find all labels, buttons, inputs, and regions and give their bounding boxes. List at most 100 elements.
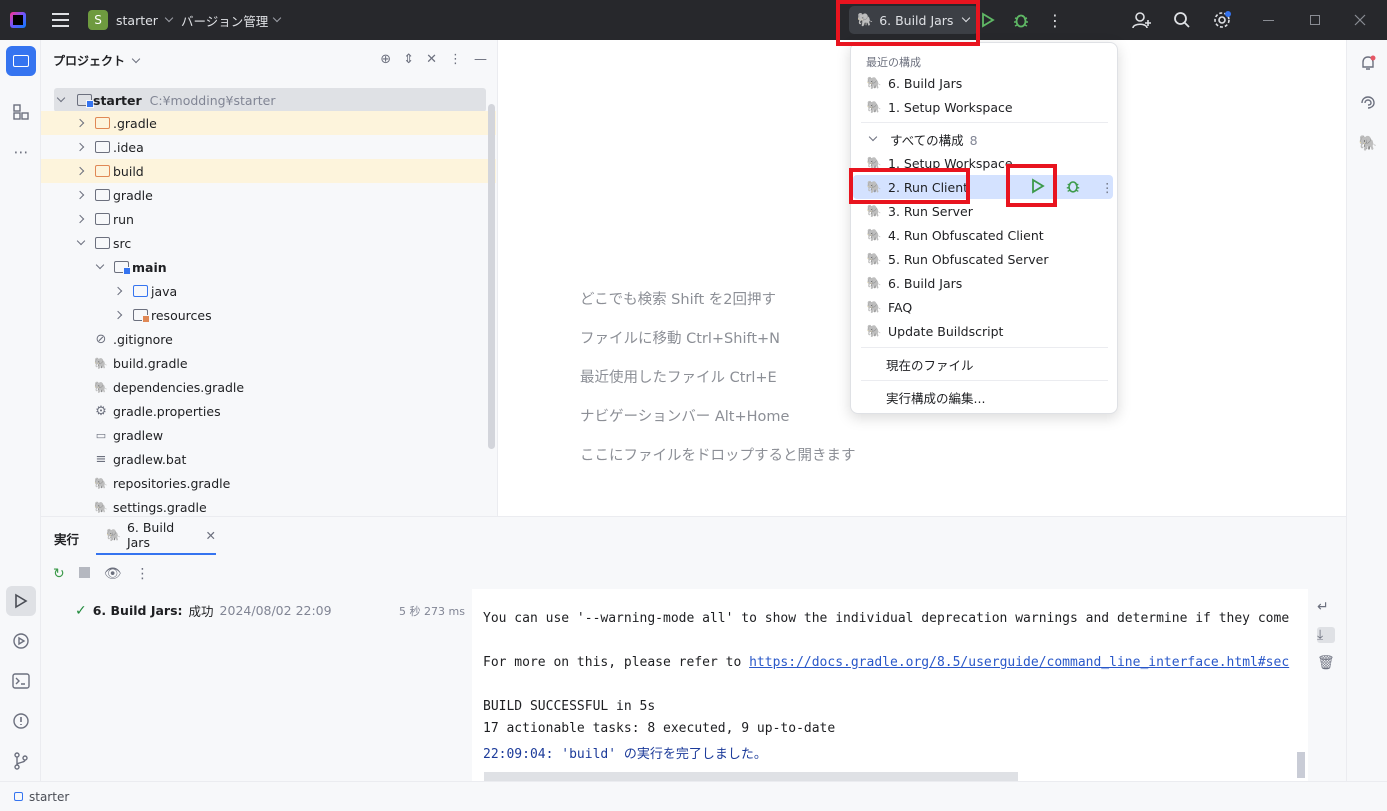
tree-item-dependencies-gradle[interactable]: 🐘 dependencies.gradle (41, 375, 496, 399)
terminal-tool-button[interactable] (6, 666, 36, 696)
run-config-selector[interactable]: 🐘 6. Build Jars (849, 6, 980, 34)
config-item-run-obfuscated-client[interactable]: 🐘 4. Run Obfuscated Client (858, 223, 1112, 247)
maximize-button[interactable] (1305, 0, 1325, 40)
run-config-debug-button[interactable] (1065, 178, 1081, 197)
console-output[interactable]: You can use '--warning-mode all' to show… (472, 589, 1308, 782)
vcs-label: バージョン管理 (181, 13, 269, 29)
current-file-item[interactable]: 現在のファイル (858, 352, 1112, 376)
hint-drop-files: ここにファイルをドロップすると開きます (580, 448, 856, 464)
tree-item-main[interactable]: main (41, 255, 496, 279)
tree-item-settings-gradle[interactable]: 🐘 settings.gradle (41, 495, 496, 516)
tree-item-build-gradle[interactable]: 🐘 build.gradle (41, 351, 496, 375)
chevron-down-icon (868, 132, 878, 142)
run-tool-window: 実行 🐘 6. Build Jars ✕ ↻ 👁 ⋮ ✓ 6. Build Ja… (41, 516, 1346, 782)
tree-item-build[interactable]: build (41, 159, 496, 183)
config-item-run-client[interactable]: 🐘 2. Run Client ⋮ (853, 175, 1114, 199)
chevron-right-icon (75, 190, 85, 200)
intellij-logo-icon (10, 12, 26, 28)
problems-icon (13, 713, 29, 729)
run-tool-button[interactable] (6, 586, 36, 616)
problems-tool-button[interactable] (6, 706, 36, 736)
add-user-icon[interactable] (1130, 0, 1154, 40)
hide-panel-icon[interactable]: — (474, 52, 487, 67)
tree-item-gitignore[interactable]: ⊘ .gitignore (41, 327, 496, 351)
app-logo[interactable] (10, 0, 30, 40)
run-toolbar: ↻ 👁 ⋮ (41, 561, 1346, 587)
stop-icon[interactable] (78, 566, 90, 582)
vcs-widget[interactable]: バージョン管理 (181, 0, 282, 40)
options-icon[interactable]: ⋮ (449, 52, 462, 67)
notifications-bell-icon[interactable] (1353, 48, 1383, 78)
tree-item-gradle-cache[interactable]: .gradle (41, 111, 496, 135)
config-item-recent-build-jars[interactable]: 🐘 6. Build Jars (858, 71, 1112, 95)
view-options-eye-icon[interactable]: 👁 (104, 566, 122, 582)
config-item-run-obfuscated-server[interactable]: 🐘 5. Run Obfuscated Server (858, 247, 1112, 271)
minimize-button[interactable] (1258, 0, 1278, 40)
project-tool-button[interactable] (6, 46, 36, 76)
divider (861, 380, 1108, 381)
edit-configurations-item[interactable]: 実行構成の編集... (858, 385, 1112, 409)
gradle-tool-icon[interactable]: 🐘 (1353, 128, 1383, 158)
more-tools-icon[interactable]: ⋯ (6, 137, 36, 167)
run-config-play-button[interactable] (1031, 177, 1045, 197)
debug-button[interactable] (1009, 0, 1033, 40)
close-tab-icon[interactable]: ✕ (206, 528, 216, 543)
clear-trash-icon[interactable]: 🗑 (1317, 655, 1335, 671)
project-widget[interactable]: S starter (88, 0, 174, 40)
run-config-popup: 最近の構成 🐘 6. Build Jars 🐘 1. Setup Workspa… (850, 42, 1118, 414)
hint-recent-files: 最近使用したファイル Ctrl+E (580, 370, 777, 386)
scroll-to-end-icon[interactable]: ⤓ (1317, 627, 1335, 643)
tree-item-gradlew-bat[interactable]: ≡ gradlew.bat (41, 447, 496, 471)
tree-item-gradlew[interactable]: ▭ gradlew (41, 423, 496, 447)
settings-gear-icon[interactable] (1210, 0, 1234, 40)
more-actions-icon[interactable]: ⋮ (1101, 180, 1114, 195)
tree-item-gradle-properties[interactable]: ⚙ gradle.properties (41, 399, 496, 423)
gradle-file-icon: 🐘 (94, 380, 108, 394)
config-item-update-buildscript[interactable]: 🐘 Update Buildscript (858, 319, 1112, 343)
tree-item-repositories-gradle[interactable]: 🐘 repositories.gradle (41, 471, 496, 495)
expand-all-icon[interactable]: ⇕ (403, 52, 414, 67)
config-item-build-jars[interactable]: 🐘 6. Build Jars (858, 271, 1112, 295)
recent-configs-header: 最近の構成 (866, 56, 921, 69)
console-vertical-scrollbar[interactable] (1297, 752, 1305, 778)
run-result-item[interactable]: ✓ 6. Build Jars: 成功 2024/08/02 22:09 (75, 601, 332, 620)
collapse-all-icon[interactable]: ✕ (426, 52, 437, 67)
config-item-label: 1. Setup Workspace (888, 99, 1013, 115)
tree-item-starter[interactable]: starter C:¥modding¥starter (54, 88, 486, 112)
more-actions-icon[interactable]: ⋮ (1043, 0, 1067, 40)
locate-icon[interactable]: ⊕ (380, 52, 391, 67)
config-item-recent-setup-workspace[interactable]: 🐘 1. Setup Workspace (858, 95, 1112, 119)
more-actions-icon[interactable]: ⋮ (136, 566, 150, 582)
config-item-run-server[interactable]: 🐘 3. Run Server (858, 199, 1112, 223)
git-tool-button[interactable] (6, 746, 36, 776)
success-check-icon: ✓ (75, 602, 87, 619)
tree-item-java[interactable]: java (41, 279, 496, 303)
run-tab-build-jars[interactable]: 🐘 6. Build Jars ✕ (96, 517, 216, 555)
tree-item-gradle[interactable]: gradle (41, 183, 496, 207)
tree-item-idea[interactable]: .idea (41, 135, 496, 159)
source-folder-icon (133, 285, 148, 297)
config-item-faq[interactable]: 🐘 FAQ (858, 295, 1112, 319)
project-scrollbar[interactable] (488, 104, 495, 449)
run-button[interactable] (976, 0, 1000, 40)
soft-wrap-icon[interactable]: ↵ (1317, 599, 1335, 615)
project-panel-header[interactable]: プロジェクト (53, 52, 141, 69)
config-item-setup-workspace[interactable]: 🐘 1. Setup Workspace (858, 151, 1112, 175)
docs-link[interactable]: https://docs.gradle.org/8.5/userguide/co… (749, 655, 1289, 670)
search-icon[interactable] (1170, 0, 1194, 40)
all-configs-group[interactable]: すべての構成 8 (858, 127, 1112, 151)
console-line: 17 actionable tasks: 8 executed, 9 up-to… (483, 721, 836, 736)
services-tool-button[interactable] (6, 626, 36, 656)
structure-tool-button[interactable] (6, 97, 36, 127)
rerun-icon[interactable]: ↻ (53, 566, 65, 582)
main-menu-icon[interactable] (50, 0, 70, 40)
tree-item-src[interactable]: src (41, 231, 496, 255)
tree-item-run[interactable]: run (41, 207, 496, 231)
close-window-button[interactable] (1350, 0, 1370, 40)
ai-assistant-icon[interactable] (1353, 88, 1383, 118)
status-bar-label[interactable]: starter (29, 790, 69, 804)
chevron-down-icon (95, 260, 105, 270)
gradle-icon: 🐘 (106, 528, 121, 542)
tree-item-resources[interactable]: resources (41, 303, 496, 327)
play-icon (982, 12, 995, 28)
